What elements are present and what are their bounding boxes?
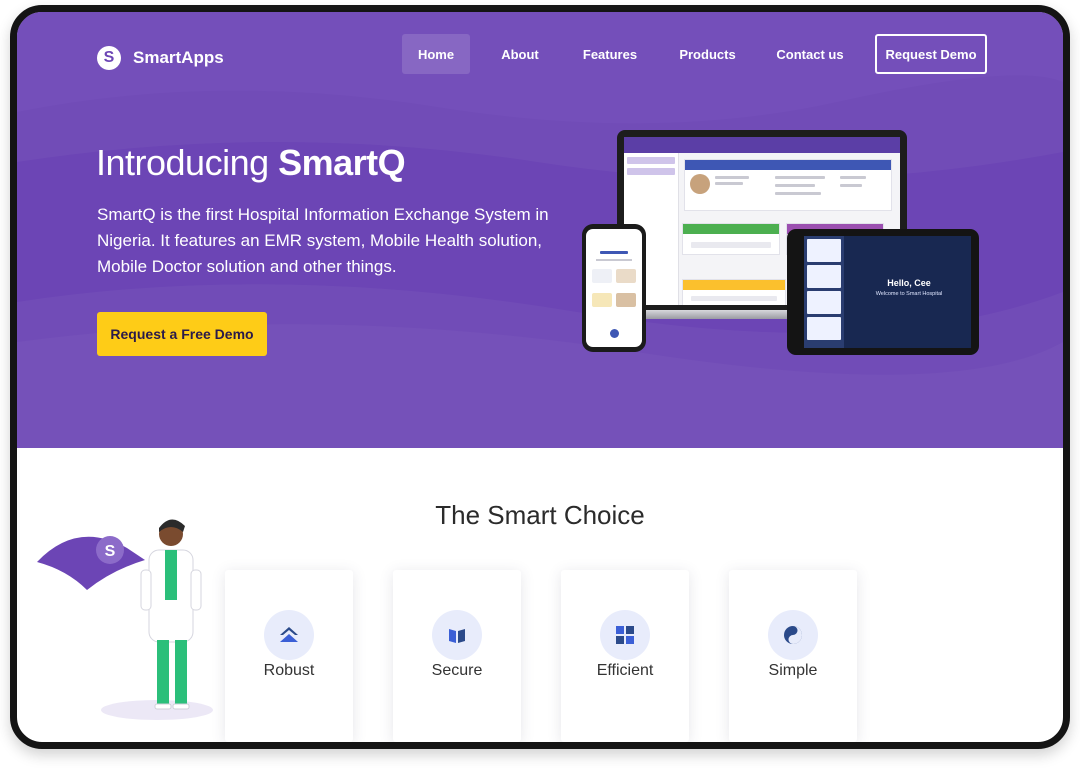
tablet-side-menu: [804, 236, 844, 348]
phone-mockup: [582, 224, 646, 352]
grid-icon: [600, 610, 650, 660]
svg-text:S: S: [105, 543, 116, 560]
brand-name: SmartApps: [133, 48, 224, 67]
feature-label-secure: Secure: [431, 662, 483, 679]
feature-label-robust: Robust: [263, 662, 315, 679]
superhero-doctor-illustration: S: [37, 519, 213, 720]
phone-screen: [586, 229, 642, 347]
nav-products[interactable]: Products: [650, 34, 765, 74]
tablet-mockup: Hello, Cee Welcome to Smart Hospital: [787, 229, 979, 355]
smartapps-logo-icon: S: [97, 46, 121, 70]
chevron-up-stack-icon: [264, 610, 314, 660]
hero-title: Introducing SmartQ: [96, 142, 406, 184]
hero-section: S SmartApps Home About Features Products…: [17, 12, 1063, 448]
nav-home[interactable]: Home: [402, 34, 470, 74]
main-nav: Home About Features Products Contact us …: [402, 34, 987, 74]
brand-logo[interactable]: S SmartApps: [97, 46, 224, 70]
nav-contact-us[interactable]: Contact us: [765, 34, 855, 74]
complaints-card: [682, 223, 780, 255]
device-frame: S SmartApps Home About Features Products…: [10, 5, 1070, 749]
swirl-icon: [768, 610, 818, 660]
feature-card-secure: Secure: [393, 570, 521, 742]
feature-card-robust: Robust: [225, 570, 353, 742]
section-title: The Smart Choice: [435, 500, 645, 530]
feature-card-efficient: Efficient: [561, 570, 689, 742]
hero-description: SmartQ is the first Hospital Information…: [97, 205, 549, 276]
feature-card-simple: Simple: [729, 570, 857, 742]
request-free-demo-button[interactable]: Request a Free Demo: [97, 312, 267, 356]
patient-details-card: [684, 159, 892, 211]
tablet-screen: Hello, Cee Welcome to Smart Hospital: [804, 236, 971, 348]
book-icon: [432, 610, 482, 660]
nav-features[interactable]: Features: [570, 34, 650, 74]
hero-title-prefix: Introducing: [96, 142, 279, 183]
app-topbar: [624, 137, 900, 153]
pharmacy-requests-card: [682, 279, 786, 305]
tablet-greeting: Hello, Cee: [887, 278, 931, 288]
nav-about[interactable]: About: [470, 34, 570, 74]
tablet-subtitle: Welcome to Smart Hospital: [875, 291, 943, 297]
request-demo-button[interactable]: Request Demo: [875, 34, 987, 74]
feature-label-efficient: Efficient: [596, 662, 654, 679]
hero-title-product: SmartQ: [278, 142, 406, 183]
feature-label-simple: Simple: [768, 662, 818, 679]
